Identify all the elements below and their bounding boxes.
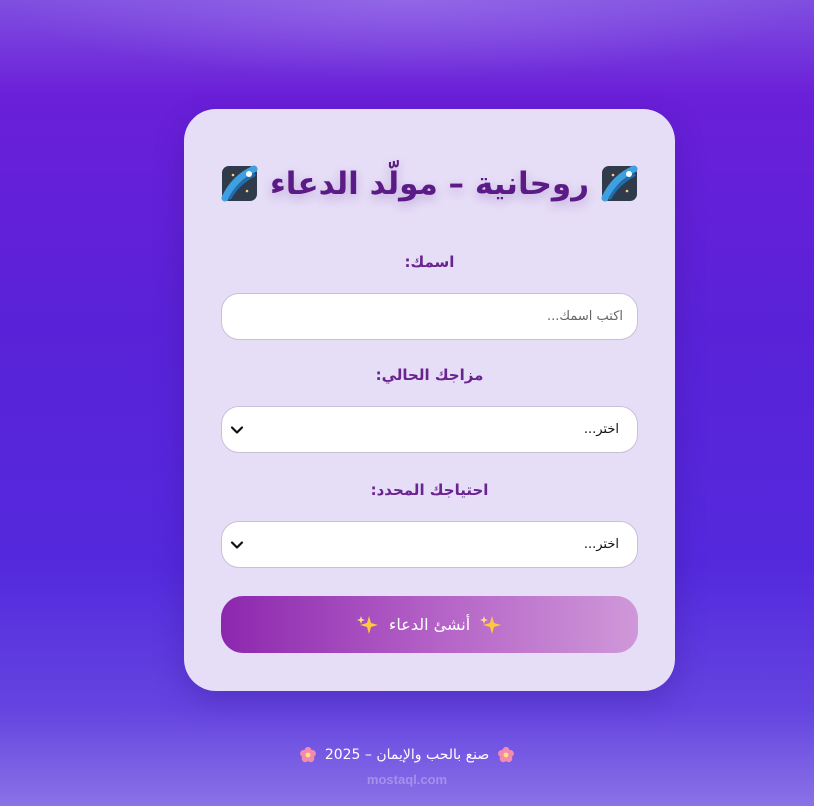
need-label: احتياجك المحدد: xyxy=(370,481,489,499)
chevron-down-icon xyxy=(230,426,244,434)
footer-text: صنع بالحب والإيمان – 2025 xyxy=(324,747,490,763)
generate-dua-label: أنشئ الدعاء xyxy=(388,615,471,634)
chevron-down-icon xyxy=(230,541,244,549)
sparkles-icon xyxy=(480,615,502,634)
title-text: روحانية – مولّد الدعاء xyxy=(269,166,590,202)
name-input[interactable] xyxy=(222,294,637,339)
need-select[interactable]: اختر... xyxy=(221,521,638,568)
name-label: اسمك: xyxy=(404,253,455,271)
watermark: mostaql.com xyxy=(366,772,448,787)
footer: صنع بالحب والإيمان – 2025 xyxy=(0,746,814,764)
need-selected-value: اختر... xyxy=(583,537,619,552)
comet-icon xyxy=(221,165,258,202)
top-glow xyxy=(0,0,814,80)
generate-dua-button[interactable]: أنشئ الدعاء xyxy=(221,596,638,653)
flower-icon xyxy=(299,746,316,763)
flower-icon xyxy=(498,746,515,763)
name-field-wrapper xyxy=(221,293,638,340)
comet-icon xyxy=(601,165,638,202)
page-title: روحانية – مولّد الدعاء xyxy=(184,165,675,204)
mood-selected-value: اختر... xyxy=(583,422,619,437)
mood-select[interactable]: اختر... xyxy=(221,406,638,453)
sparkles-icon xyxy=(356,615,378,634)
mood-label: مزاجك الحالي: xyxy=(375,366,484,384)
